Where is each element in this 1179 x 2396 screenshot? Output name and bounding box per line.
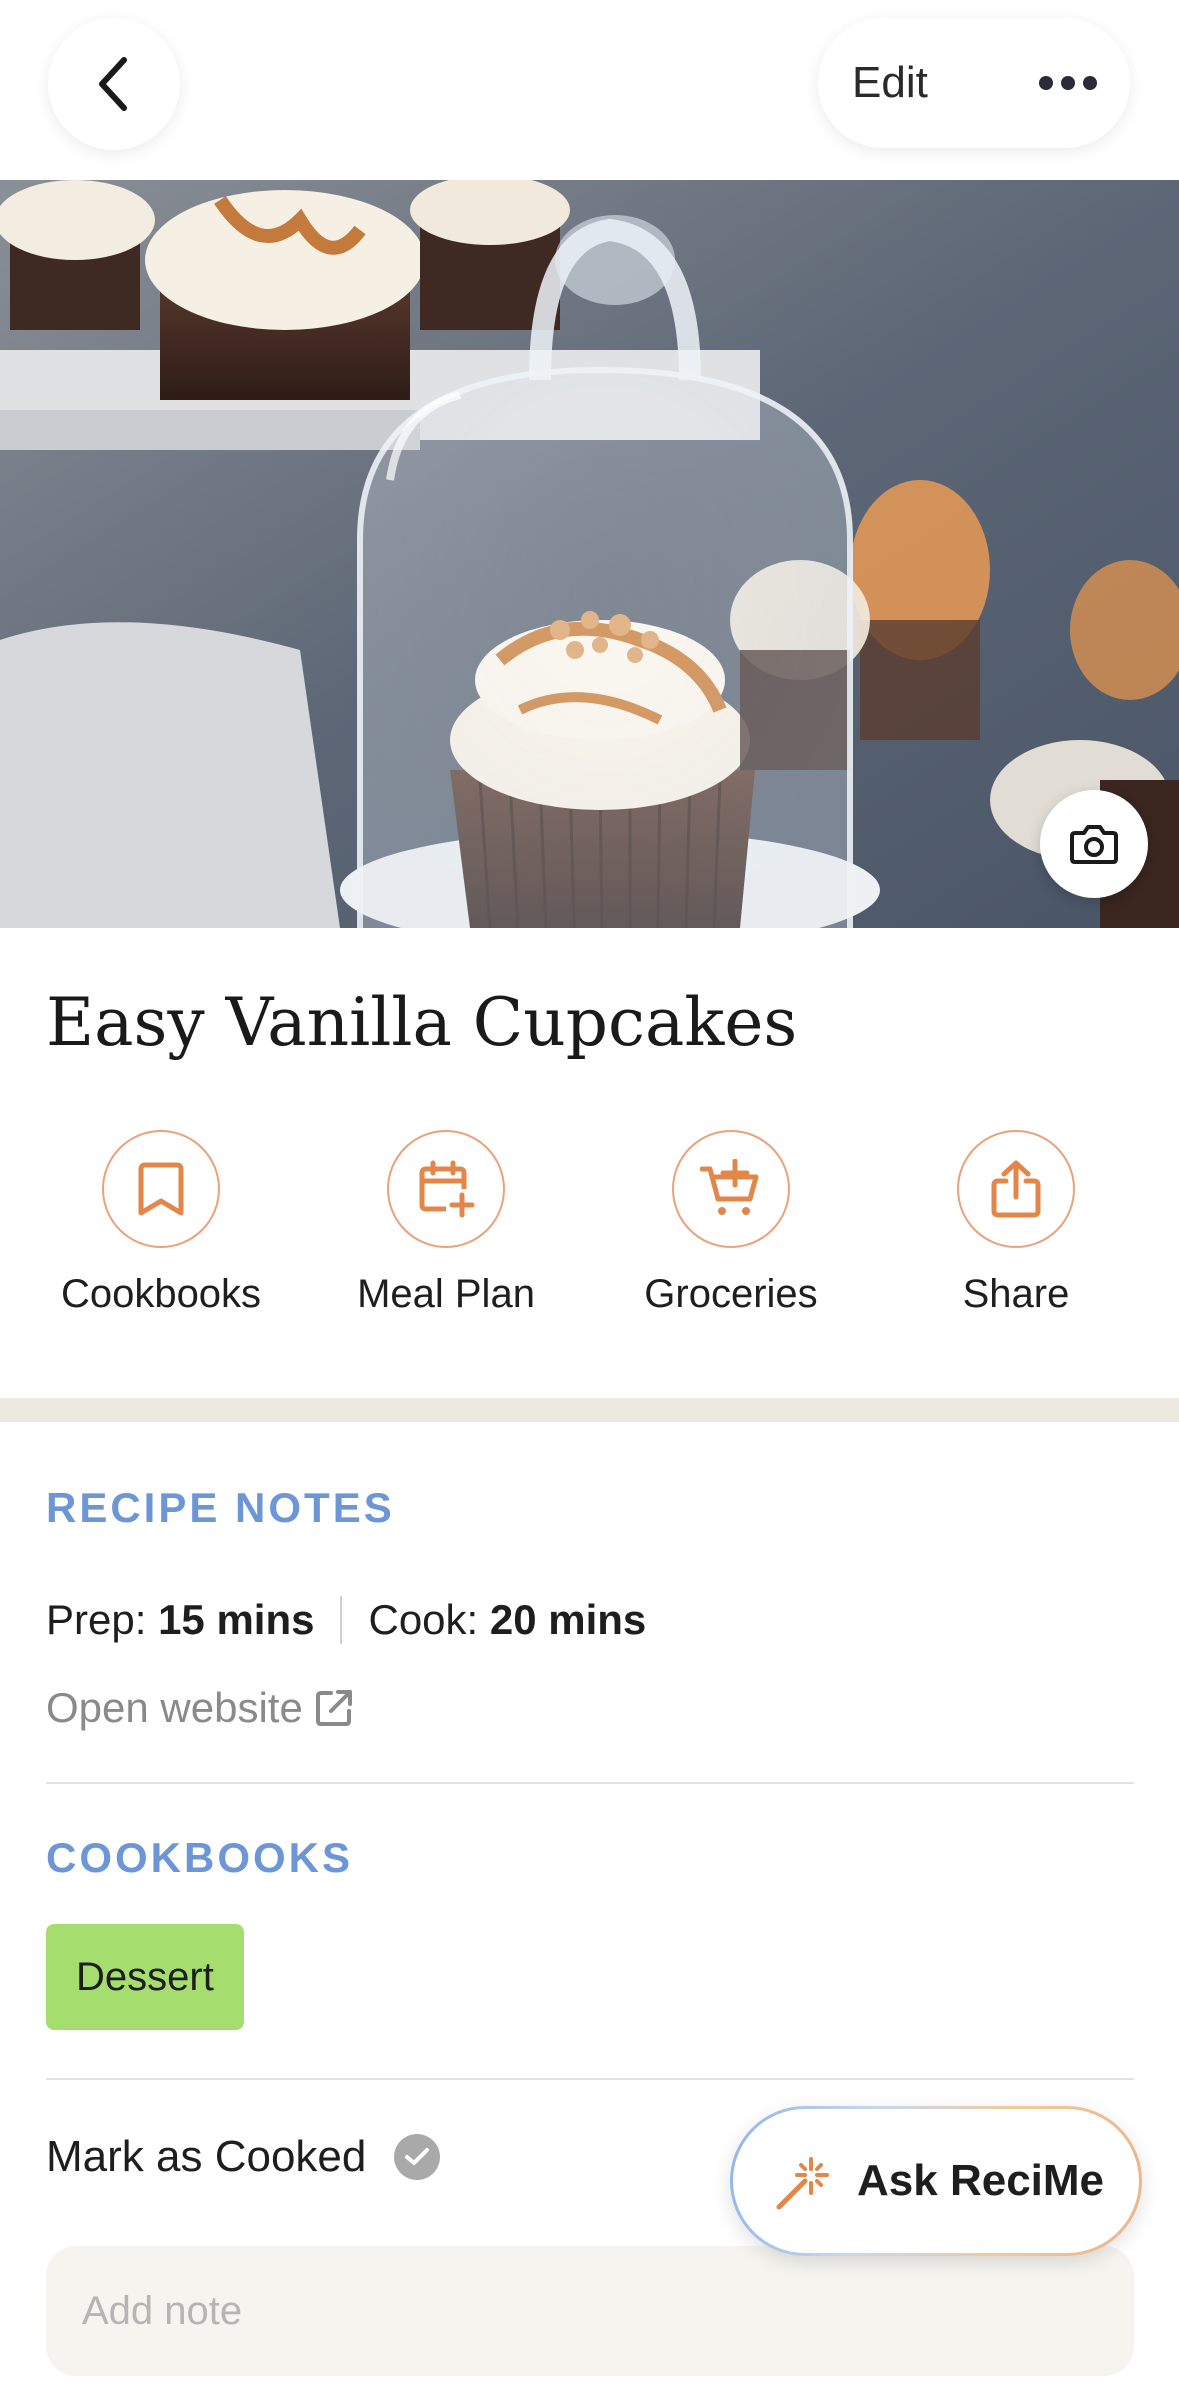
recipe-hero-image (0, 180, 1179, 928)
groceries-action-circle[interactable] (672, 1130, 790, 1248)
share-action-circle[interactable] (957, 1130, 1075, 1248)
more-options-button[interactable] (1028, 18, 1108, 148)
share-action-label: Share (962, 1272, 1070, 1316)
open-website-link[interactable]: Open website (46, 1684, 355, 1732)
cookbooks-action-label: Cookbooks (60, 1272, 262, 1316)
edit-button[interactable]: Edit (852, 18, 928, 148)
ask-recime-button[interactable]: Ask ReciMe (730, 2106, 1142, 2256)
time-summary: Prep: 15 mins Cook: 20 mins (46, 1596, 646, 1650)
ellipsis-icon (1039, 76, 1097, 90)
cook-value: 20 mins (489, 1596, 647, 1644)
open-website-label: Open website (46, 1684, 303, 1731)
meal-plan-action-circle[interactable] (387, 1130, 505, 1248)
cookbook-tag[interactable]: Dessert (46, 1924, 244, 2030)
recipe-title: Easy Vanilla Cupcakes (46, 984, 798, 1061)
time-separator (340, 1596, 343, 1644)
cookbooks-heading: COOKBOOKS (46, 1834, 354, 1881)
add-note-field[interactable]: Add note (46, 2246, 1134, 2376)
cook-label: Cook: (368, 1596, 479, 1644)
chevron-left-icon (99, 57, 127, 111)
magic-wand-icon (776, 2157, 829, 2210)
cookbooks-action[interactable]: Cookbooks (31, 1130, 291, 1317)
camera-icon (1070, 825, 1118, 864)
mark-as-cooked-label: Mark as Cooked (46, 2132, 367, 2181)
share-action[interactable]: Share (886, 1130, 1146, 1317)
back-button[interactable] (48, 18, 180, 150)
groceries-action-label: Groceries (644, 1272, 818, 1316)
calendar-plus-icon (419, 1160, 475, 1218)
recipe-notes-heading: RECIPE NOTES (46, 1484, 395, 1531)
prep-label: Prep: (46, 1596, 147, 1644)
meal-plan-action[interactable]: Meal Plan (316, 1130, 576, 1317)
mark-as-cooked-toggle[interactable]: Mark as Cooked (46, 2132, 441, 2182)
header-actions: Edit (818, 18, 1130, 148)
bookmark-icon (138, 1162, 184, 1216)
notes-divider (46, 1782, 1134, 1784)
check-circle-icon[interactable] (394, 2134, 441, 2180)
change-photo-button[interactable] (1040, 790, 1148, 898)
cookbooks-divider (46, 2078, 1134, 2080)
section-divider (0, 1398, 1179, 1422)
share-icon (991, 1160, 1041, 1218)
recipe-actions-row: Cookbooks Meal Plan Groceries Share (0, 1130, 1179, 1350)
top-bar: Edit (0, 0, 1179, 180)
groceries-action[interactable]: Groceries (601, 1130, 861, 1317)
external-link-icon (315, 1690, 352, 1726)
cookbooks-action-circle[interactable] (102, 1130, 220, 1248)
prep-value: 15 mins (158, 1596, 315, 1644)
cart-plus-icon (700, 1159, 759, 1215)
meal-plan-action-label: Meal Plan (357, 1272, 535, 1316)
add-note-placeholder: Add note (82, 2289, 243, 2333)
ask-recime-label: Ask ReciMe (857, 2156, 1105, 2205)
